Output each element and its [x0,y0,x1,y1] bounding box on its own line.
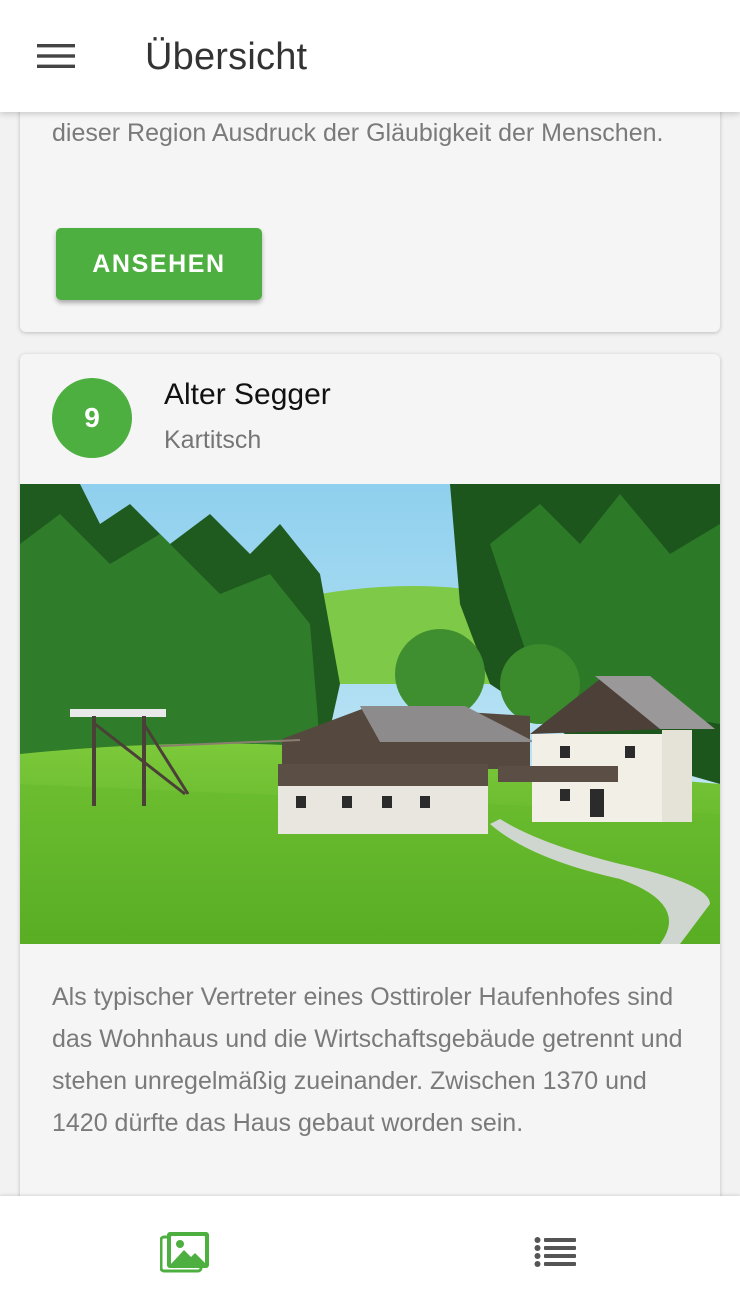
list-icon [534,1237,576,1267]
station-photo[interactable] [20,484,720,944]
tab-gallery[interactable] [0,1196,370,1308]
station-card-previous: dieser Region Ausdruck der Gläubigkeit d… [20,112,720,332]
menu-button[interactable] [30,36,82,76]
page-title: Übersicht [145,36,308,78]
gallery-icon [160,1232,209,1273]
station-description: dieser Region Ausdruck der Gläubigkeit d… [52,119,664,147]
bottom-navigation [0,1196,740,1308]
hamburger-menu-icon [37,44,75,68]
view-button[interactable]: ANSEHEN [56,228,262,300]
station-number-badge: 9 [52,378,132,458]
station-card[interactable]: 9 Alter Segger Kartitsch Als typischer V… [20,354,720,1196]
app-bar: Übersicht [0,0,740,112]
tab-list[interactable] [370,1196,740,1308]
station-description: Als typischer Vertreter eines Osttiroler… [52,983,683,1137]
station-location: Kartitsch [164,426,262,454]
station-list[interactable]: dieser Region Ausdruck der Gläubigkeit d… [0,112,740,1196]
station-title: Alter Segger [164,378,331,411]
